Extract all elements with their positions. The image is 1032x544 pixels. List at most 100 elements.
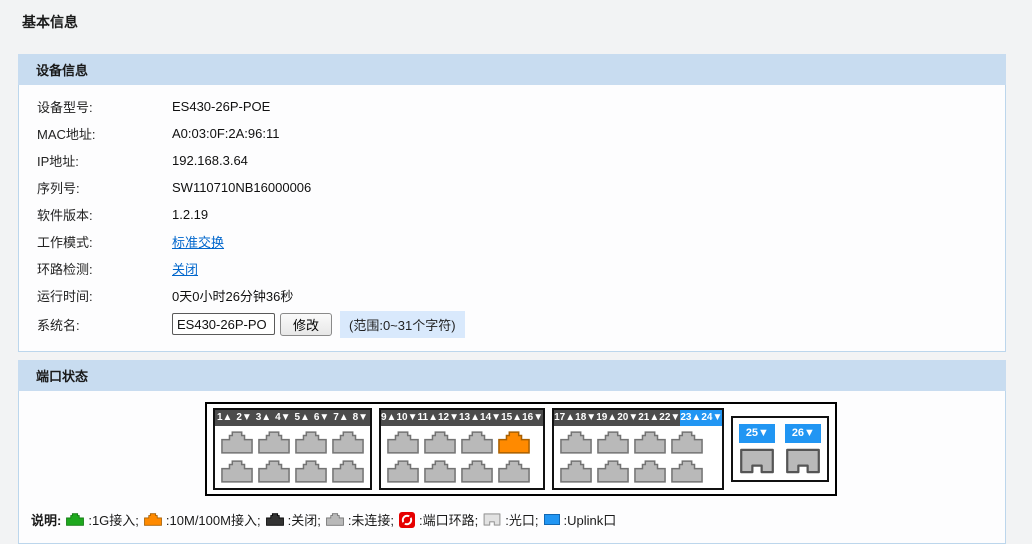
ip-address-value: 192.168.3.64 — [172, 153, 248, 168]
port-group-2: 9▲10▼11▲12▼13▲14▼15▲16▼ — [379, 408, 545, 490]
rj45-port-icon — [332, 431, 364, 454]
mac-address-label: MAC地址: — [19, 124, 172, 143]
rj45-port-grid — [554, 426, 722, 488]
port-status-body: 1▲2▼3▲4▼5▲6▼7▲8▼9▲10▼11▲12▼13▲14▼15▲16▼1… — [18, 391, 1006, 544]
port-number-label: 16▼ — [522, 410, 543, 426]
rj45-port-icon — [221, 431, 253, 454]
uplink-port-number-strip: 23▲24▼ — [680, 410, 722, 426]
row-serial-number: 序列号: SW110710NB16000006 — [19, 174, 1005, 201]
uplink-port-number-label: 24▼ — [701, 410, 722, 426]
port-number-label: 21▲ — [638, 410, 659, 426]
system-name-hint: (范围:0~31个字符) — [340, 311, 465, 338]
port-group-header: 17▲18▼19▲20▼21▲22▼23▲24▼ — [554, 410, 722, 426]
sfp-port-number-label: 26▼ — [785, 424, 821, 443]
rj45-port-icon — [560, 460, 592, 483]
device-info-section: 设备信息 设备型号: ES430-26P-POE MAC地址: A0:03:0F… — [18, 54, 1006, 352]
legend-item: :1G接入; — [66, 510, 139, 529]
rj45-port-icon — [326, 513, 344, 526]
row-work-mode: 工作模式: 标准交换 — [19, 228, 1005, 255]
rj45-port-icon — [597, 460, 629, 483]
rj45-port-icon — [387, 431, 419, 454]
port-number-strip: 17▲18▼19▲20▼21▲22▼ — [554, 410, 680, 426]
system-name-label: 系统名: — [19, 315, 172, 334]
system-name-input[interactable] — [172, 313, 275, 335]
port-number-label: 15▲ — [501, 410, 522, 426]
sfp-port-number-label: 25▼ — [739, 424, 775, 443]
rj45-port-icon — [387, 460, 419, 483]
rj45-port-grid — [215, 426, 370, 488]
sfp-port-icon — [739, 448, 775, 474]
legend-item: :Uplink口 — [544, 510, 617, 529]
legend-label: :光口; — [505, 510, 538, 529]
port-number-label: 4▼ — [275, 410, 290, 426]
port-number-label: 9▲ — [381, 410, 396, 426]
work-mode-label: 工作模式: — [19, 232, 172, 251]
rj45-port-icon — [671, 460, 703, 483]
legend-item: :10M/100M接入; — [144, 510, 261, 529]
rj45-port-icon — [671, 431, 703, 454]
ip-address-label: IP地址: — [19, 151, 172, 170]
row-mac-address: MAC地址: A0:03:0F:2A:96:11 — [19, 120, 1005, 147]
legend-item: :端口环路; — [399, 510, 478, 529]
port-number-label: 2▼ — [236, 410, 251, 426]
device-info-body: 设备型号: ES430-26P-POE MAC地址: A0:03:0F:2A:9… — [18, 85, 1006, 352]
rj45-port-icon — [560, 431, 592, 454]
port-number-label: 18▼ — [575, 410, 596, 426]
port-number-label: 13▲ — [459, 410, 480, 426]
rj45-port-icon — [295, 460, 327, 483]
port-number-strip: 1▲2▼3▲4▼5▲6▼7▲8▼ — [215, 410, 370, 426]
port-group-3: 17▲18▼19▲20▼21▲22▼23▲24▼ — [552, 408, 724, 490]
rj45-port-icon — [332, 460, 364, 483]
port-number-label: 22▼ — [659, 410, 680, 426]
uptime-value: 0天0小时26分钟36秒 — [172, 286, 293, 305]
device-info-section-header: 设备信息 — [18, 54, 1006, 85]
legend-item: :光口; — [483, 510, 538, 529]
modify-button[interactable]: 修改 — [280, 313, 332, 336]
mac-address-value: A0:03:0F:2A:96:11 — [172, 126, 279, 141]
loop-detect-link[interactable]: 关闭 — [172, 259, 198, 278]
rj45-port-icon — [597, 431, 629, 454]
rj45-port-icon — [634, 460, 666, 483]
port-number-label: 5▲ — [294, 410, 309, 426]
work-mode-link[interactable]: 标准交换 — [172, 232, 224, 251]
legend-label: :Uplink口 — [564, 510, 617, 529]
legend-label: :10M/100M接入; — [166, 510, 261, 529]
port-number-label: 11▲ — [418, 410, 438, 426]
uplink-port-number-label: 23▲ — [680, 410, 701, 426]
sfp-port-column: 26▼ — [785, 424, 821, 474]
port-status-section: 端口状态 1▲2▼3▲4▼5▲6▼7▲8▼9▲10▼11▲12▼13▲14▼15… — [18, 360, 1006, 544]
rj45-port-icon — [461, 431, 493, 454]
port-number-label: 14▼ — [480, 410, 501, 426]
rj45-port-icon — [66, 513, 84, 526]
sfp-port-icon — [785, 448, 821, 474]
rj45-port-icon — [424, 431, 456, 454]
software-version-value: 1.2.19 — [172, 207, 208, 222]
port-number-label: 6▼ — [314, 410, 329, 426]
legend-label: :端口环路; — [419, 510, 478, 529]
row-system-name: 系统名: 修改 (范围:0~31个字符) — [19, 309, 1005, 339]
rj45-port-icon — [258, 460, 290, 483]
device-model-value: ES430-26P-POE — [172, 99, 270, 114]
legend-item: :未连接; — [326, 510, 394, 529]
rj45-port-icon — [144, 513, 162, 526]
sfp-port-icon — [483, 513, 501, 526]
port-legend: 说明: :1G接入;:10M/100M接入;:关闭;:未连接;:端口环路;:光口… — [31, 510, 1005, 529]
rj45-port-icon — [221, 460, 253, 483]
rj45-port-icon — [634, 431, 666, 454]
rj45-port-icon — [258, 431, 290, 454]
port-group-1: 1▲2▼3▲4▼5▲6▼7▲8▼ — [213, 408, 372, 490]
rj45-port-icon — [498, 460, 530, 483]
port-number-label: 10▼ — [396, 410, 417, 426]
rj45-port-icon — [498, 431, 530, 454]
rj45-port-grid — [381, 426, 543, 488]
port-number-label: 20▼ — [617, 410, 638, 426]
uplink-port-icon — [544, 514, 560, 525]
row-loop-detect: 环路检测: 关闭 — [19, 255, 1005, 282]
sfp-port-column: 25▼ — [739, 424, 775, 474]
port-number-label: 8▼ — [353, 410, 368, 426]
row-device-model: 设备型号: ES430-26P-POE — [19, 93, 1005, 120]
page-title: 基本信息 — [0, 0, 1032, 54]
row-uptime: 运行时间: 0天0小时26分钟36秒 — [19, 282, 1005, 309]
port-number-label: 7▲ — [333, 410, 348, 426]
port-status-section-header: 端口状态 — [18, 360, 1006, 391]
